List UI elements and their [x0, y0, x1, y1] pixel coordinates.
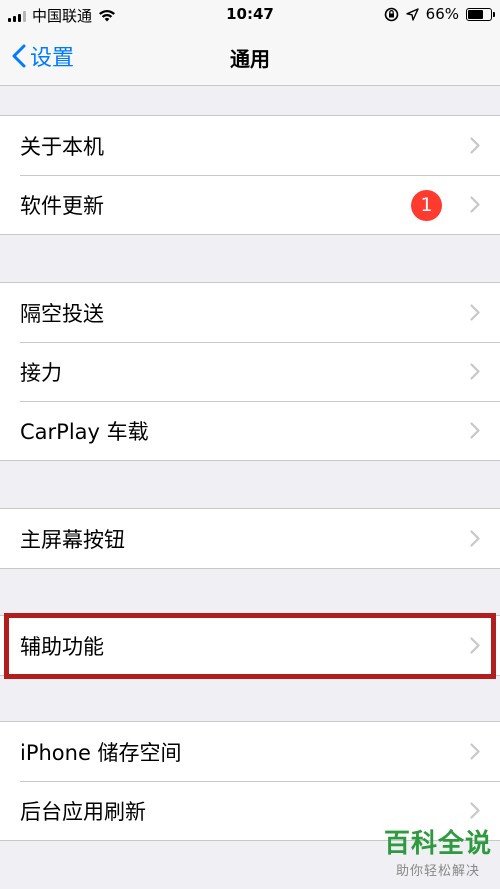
list-item-label: 主屏幕按钮 [20, 527, 125, 552]
list-item-carplay[interactable]: CarPlay 车载 [0, 401, 500, 460]
list-item-home-button[interactable]: 主屏幕按钮 [0, 509, 500, 568]
settings-group-continuity: 隔空投送 接力 CarPlay 车载 [0, 282, 500, 461]
list-item-about[interactable]: 关于本机 [0, 116, 500, 175]
chevron-right-icon [470, 304, 480, 321]
status-bar: 中国联通 10:47 66% [0, 0, 500, 30]
battery-icon [466, 7, 495, 21]
list-item-handoff[interactable]: 接力 [0, 342, 500, 401]
list-item-label: iPhone 储存空间 [20, 740, 182, 765]
battery-percent: 66% [425, 5, 459, 23]
list-item-label: 关于本机 [20, 134, 104, 159]
chevron-right-icon [470, 196, 480, 213]
settings-group-home-button: 主屏幕按钮 [0, 508, 500, 569]
list-item-label: 软件更新 [20, 193, 104, 218]
chevron-right-icon [470, 743, 480, 760]
update-badge: 1 [411, 190, 442, 221]
orientation-lock-icon [384, 7, 398, 21]
watermark-logo: 百科全说 助你轻松解决 [384, 823, 492, 879]
chevron-right-icon [470, 802, 480, 819]
settings-group-about: 关于本机 软件更新 1 [0, 115, 500, 235]
chevron-right-icon [470, 137, 480, 154]
list-item-label: 接力 [20, 360, 62, 385]
page-title: 通用 [230, 47, 270, 71]
location-icon [405, 7, 419, 21]
highlight-box [4, 613, 496, 679]
chevron-right-icon [470, 363, 480, 380]
watermark-subtitle: 助你轻松解决 [395, 864, 480, 879]
list-item-iphone-storage[interactable]: iPhone 储存空间 [0, 722, 500, 781]
list-item-label: CarPlay 车载 [20, 419, 149, 444]
battery-level-fill [468, 9, 483, 19]
list-item-label: 后台应用刷新 [20, 799, 146, 824]
status-bar-right: 66% [384, 5, 495, 23]
list-item-software-update[interactable]: 软件更新 1 [0, 175, 500, 234]
chevron-right-icon [470, 530, 480, 547]
list-item-label: 隔空投送 [20, 301, 104, 326]
chevron-right-icon [470, 422, 480, 439]
navigation-bar: 设置 通用 [0, 30, 500, 86]
list-item-airdrop[interactable]: 隔空投送 [0, 283, 500, 342]
watermark-title: 百科全说 [383, 829, 492, 859]
